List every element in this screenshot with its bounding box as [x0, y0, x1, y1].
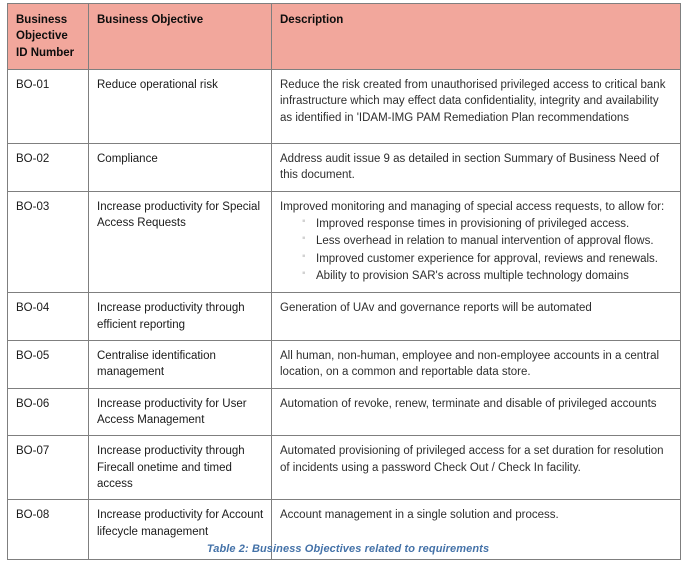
cell-objective-title: Increase productivity through Firecall o…	[88, 435, 272, 501]
description-text: Reduce the risk created from unauthorise…	[280, 79, 666, 124]
cell-description: Generation of UAv and governance reports…	[271, 292, 681, 341]
business-objectives-table: Business Objective ID Number Business Ob…	[7, 3, 681, 561]
cell-description: All human, non-human, employee and non-e…	[271, 339, 681, 389]
column-header-description: Description	[271, 3, 681, 70]
table-header: Business Objective ID Number Business Ob…	[7, 3, 681, 70]
cell-description: Automation of revoke, renew, terminate a…	[271, 387, 681, 437]
table-caption: Table 2: Business Objectives related to …	[206, 543, 490, 555]
cell-objective-title: Increase productivity for Special Access…	[88, 190, 272, 294]
cell-objective-id: BO-03	[7, 190, 89, 294]
cell-objective-title: Increase productivity for User Access Ma…	[88, 387, 272, 437]
cell-objective-id: BO-02	[7, 143, 89, 192]
list-item: Ability to provision SAR's across multip…	[302, 267, 673, 284]
description-text: Automated provisioning of privileged acc…	[280, 445, 664, 474]
table-row: BO-04 Increase productivity through effi…	[7, 292, 681, 341]
table-row: BO-06 Increase productivity for User Acc…	[7, 387, 681, 437]
list-item: Less overhead in relation to manual inte…	[302, 232, 673, 249]
column-header-objective: Business Objective	[88, 3, 272, 70]
description-text: Improved monitoring and managing of spec…	[280, 200, 665, 213]
column-header-id: Business Objective ID Number	[7, 3, 89, 70]
list-item: Improved response times in provisioning …	[302, 215, 673, 232]
table-row: BO-01 Reduce operational risk Reduce the…	[7, 69, 681, 144]
cell-objective-id: BO-07	[7, 435, 89, 501]
table-header-row: Business Objective ID Number Business Ob…	[7, 3, 681, 70]
cell-objective-title: Compliance	[88, 143, 272, 192]
description-text: Address audit issue 9 as detailed in sec…	[280, 153, 660, 182]
cell-objective-id: BO-04	[7, 292, 89, 341]
description-text: All human, non-human, employee and non-e…	[280, 349, 660, 379]
list-item: Improved customer experience for approva…	[302, 250, 673, 267]
table-row: BO-02 Compliance Address audit issue 9 a…	[7, 143, 681, 192]
cell-objective-id: BO-06	[7, 387, 89, 437]
table-body: BO-01 Reduce operational risk Reduce the…	[7, 69, 681, 561]
cell-description: Improved monitoring and managing of spec…	[271, 190, 681, 294]
description-text: Automation of revoke, renew, terminate a…	[280, 397, 657, 410]
cell-description: Reduce the risk created from unauthorise…	[271, 69, 681, 144]
table-row: BO-05 Centralise identification manageme…	[7, 339, 681, 389]
table-row: BO-07 Increase productivity through Fire…	[7, 435, 681, 501]
cell-objective-title: Reduce operational risk	[88, 69, 272, 144]
description-text: Account management in a single solution …	[280, 509, 559, 522]
business-objectives-table-container: Business Objective ID Number Business Ob…	[7, 3, 681, 561]
cell-description: Automated provisioning of privileged acc…	[271, 435, 681, 501]
description-text: Generation of UAv and governance reports…	[280, 302, 592, 315]
cell-description: Address audit issue 9 as detailed in sec…	[271, 143, 681, 192]
cell-objective-id: BO-01	[7, 69, 89, 144]
cell-objective-title: Centralise identification management	[88, 339, 272, 389]
cell-objective-title: Increase productivity through efficient …	[88, 292, 272, 341]
cell-objective-id: BO-05	[7, 339, 89, 389]
description-bullet-list: Improved response times in provisioning …	[280, 215, 673, 284]
document-page: Business Objective ID Number Business Ob…	[0, 0, 696, 568]
table-row: BO-03 Increase productivity for Special …	[7, 190, 681, 294]
